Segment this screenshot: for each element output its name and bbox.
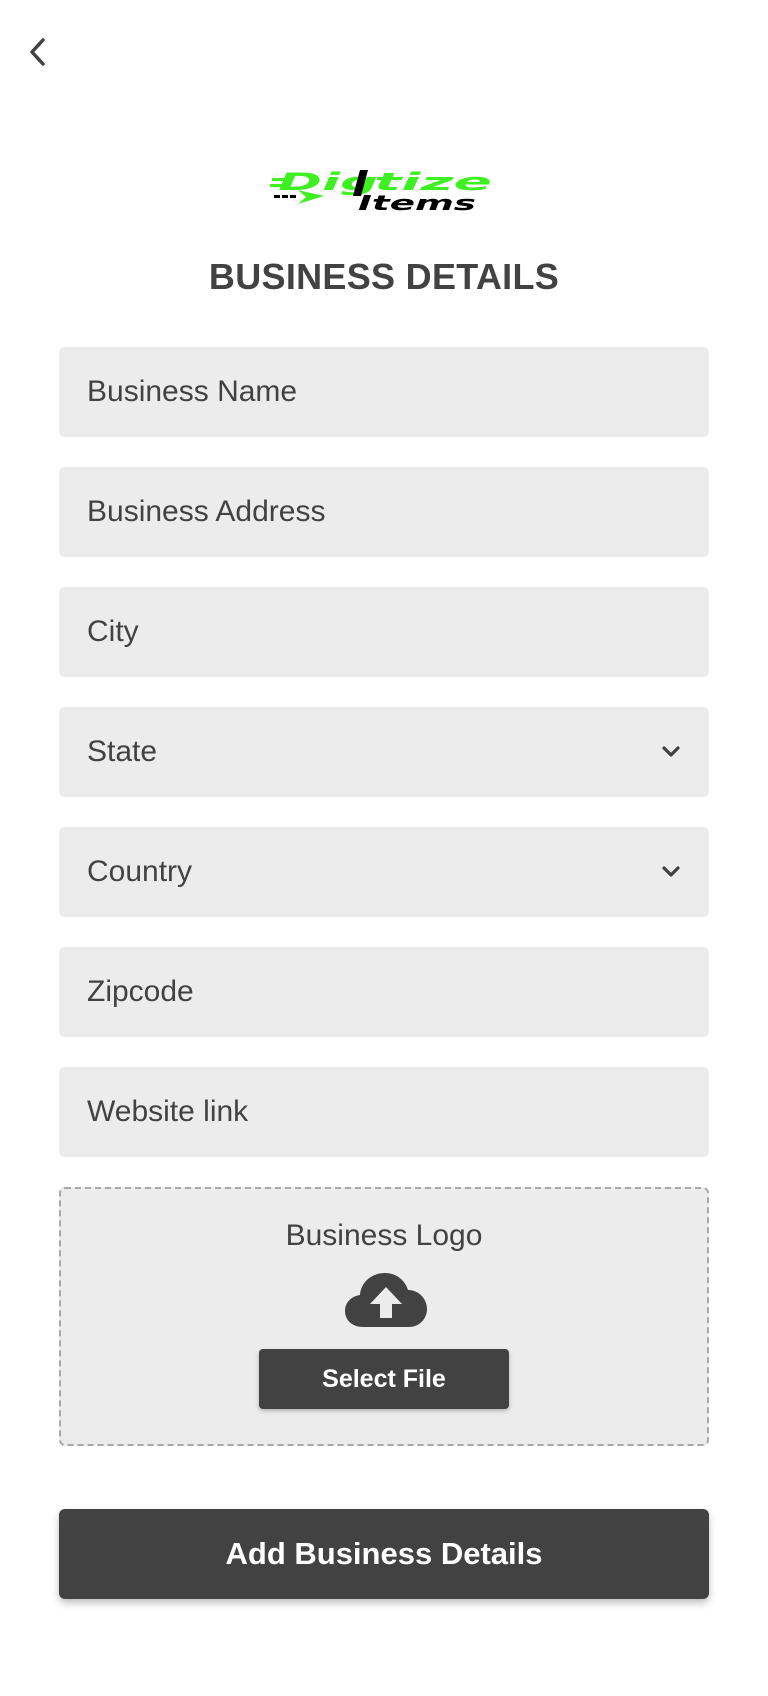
business-name-placeholder: Business Name	[87, 375, 298, 408]
business-address-placeholder: Business Address	[87, 495, 326, 528]
zipcode-input[interactable]: Zipcode	[59, 947, 709, 1037]
website-link-placeholder: Website link	[87, 1095, 249, 1128]
chevron-down-icon	[659, 740, 683, 764]
business-name-input[interactable]: Business Name	[59, 347, 709, 437]
website-link-input[interactable]: Website link	[59, 1067, 709, 1157]
city-input[interactable]: City	[59, 587, 709, 677]
country-selected-value: Country	[87, 855, 193, 888]
chevron-down-icon	[659, 860, 683, 884]
digitize-items-logo: Dig tize Items	[270, 170, 492, 214]
city-placeholder: City	[87, 615, 139, 648]
business-address-input[interactable]: Business Address	[59, 467, 709, 557]
select-file-button[interactable]: Select File	[259, 1349, 509, 1409]
chevron-left-icon	[30, 38, 45, 66]
state-select[interactable]: State	[59, 707, 709, 797]
cloud-upload-icon	[345, 1273, 427, 1327]
business-logo-upload-area[interactable]: Business Logo Select File	[59, 1187, 709, 1446]
zipcode-placeholder: Zipcode	[87, 975, 194, 1008]
add-business-details-button[interactable]: Add Business Details	[59, 1509, 709, 1599]
page-title: BUSINESS DETAILS	[208, 256, 560, 297]
state-selected-value: State	[87, 735, 158, 768]
upload-label: Business Logo	[285, 1219, 483, 1252]
svg-text:Items: Items	[358, 191, 476, 214]
back-button[interactable]	[18, 32, 58, 72]
country-select[interactable]: Country	[59, 827, 709, 917]
